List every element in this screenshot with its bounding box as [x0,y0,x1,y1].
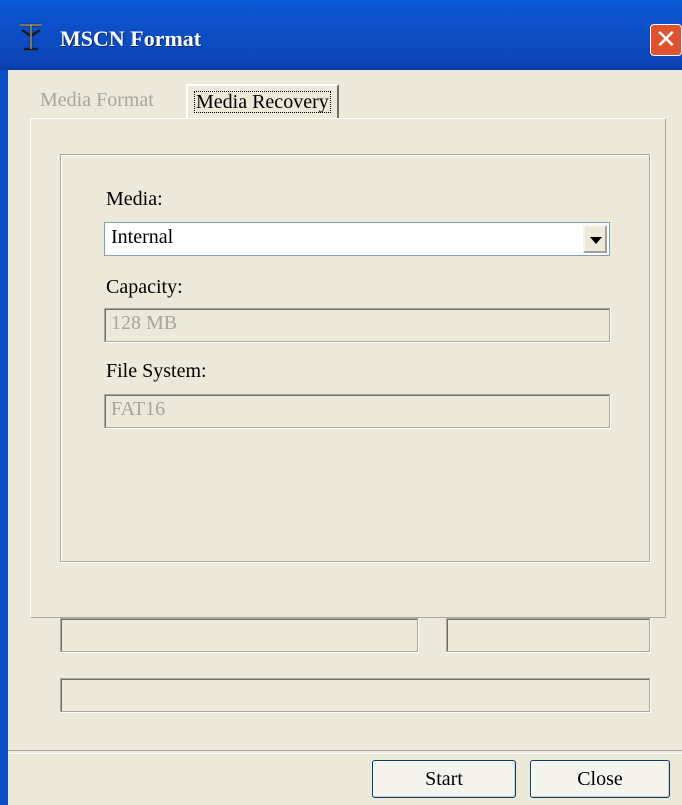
file-system-label: File System: [106,360,207,382]
window-title: MSCN Format [60,26,202,51]
window-frame-left [0,70,8,805]
tab-media-recovery[interactable]: Media Recovery [186,84,339,118]
app-icon [20,23,42,51]
start-button[interactable]: Start [372,760,516,798]
status-detail-field [446,618,650,652]
media-label: Media: [106,188,163,210]
tab-media-recovery-label: Media Recovery [194,91,331,113]
progress-bar [60,678,650,712]
file-system-field: FAT16 [104,394,610,428]
chevron-down-icon[interactable] [583,225,607,253]
title-bar[interactable]: MSCN Format ✕ [0,0,682,70]
close-icon: ✕ [655,24,677,54]
media-dropdown[interactable]: Internal [104,222,610,256]
capacity-field: 128 MB [104,308,610,342]
close-button[interactable]: Close [530,760,670,798]
status-field [60,618,418,652]
tab-media-format[interactable]: Media Format [34,84,160,118]
bottom-divider [8,750,682,754]
media-dropdown-value: Internal [111,226,174,248]
media-groupbox [60,154,650,562]
capacity-label: Capacity: [106,276,183,298]
close-window-button[interactable]: ✕ [650,24,682,56]
